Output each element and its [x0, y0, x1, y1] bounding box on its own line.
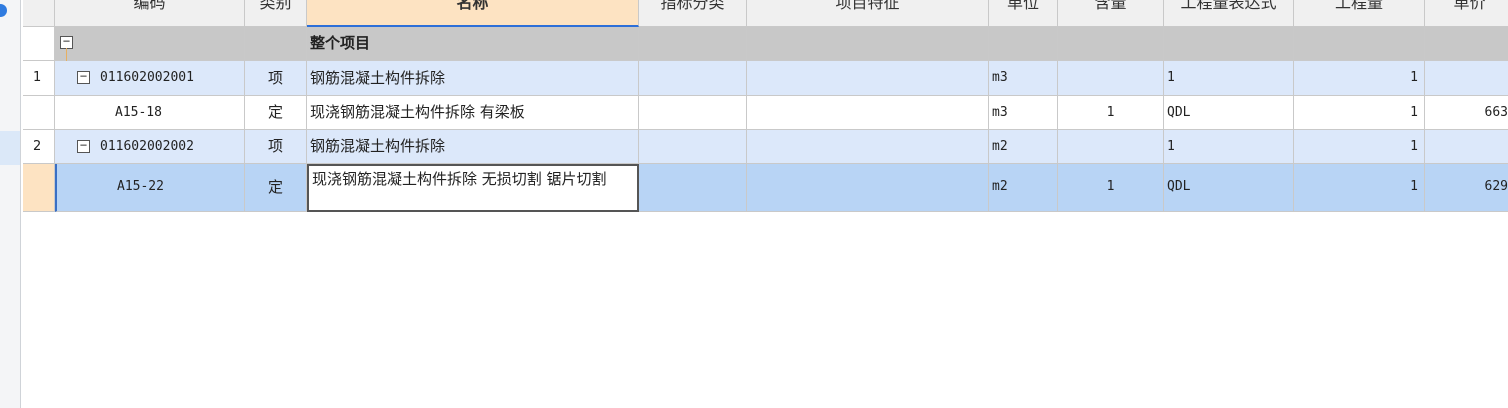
left-panel-highlight: [0, 131, 20, 165]
col-header-type[interactable]: 类别: [245, 0, 307, 27]
type-cell[interactable]: 定: [245, 96, 307, 130]
unit-cell[interactable]: m2: [989, 130, 1058, 164]
row-number: 1: [23, 61, 55, 96]
index-category-cell[interactable]: [639, 61, 747, 96]
code-cell[interactable]: A15-22: [55, 164, 245, 212]
col-header-unit[interactable]: 单位: [989, 0, 1058, 27]
bill-grid: 编码 类别 名称 指标分类 项目特征 单位 含量 工程量表达式 工程量 单价 −…: [23, 0, 1508, 408]
content-cell[interactable]: [1058, 130, 1164, 164]
name-cell[interactable]: 现浇钢筋混凝土构件拆除 有梁板: [307, 96, 639, 130]
row-number: 2: [23, 130, 55, 164]
expression-cell[interactable]: QDL: [1164, 164, 1294, 212]
features-cell[interactable]: [747, 96, 989, 130]
col-header-name[interactable]: 名称: [307, 0, 639, 27]
quantity-cell[interactable]: 1: [1294, 164, 1425, 212]
name-cell-editing[interactable]: 现浇钢筋混凝土构件拆除 无损切割 锯片切割: [307, 164, 639, 212]
col-header-content[interactable]: 含量: [1058, 0, 1164, 27]
content-cell[interactable]: [1058, 61, 1164, 96]
collapse-icon[interactable]: −: [77, 139, 90, 153]
type-cell[interactable]: 项: [245, 130, 307, 164]
root-cell: [1294, 27, 1425, 61]
row-number-cell: [23, 27, 55, 61]
code-cell[interactable]: A15-18: [55, 96, 245, 130]
expression-cell[interactable]: QDL: [1164, 96, 1294, 130]
col-header-content-label: 含量: [1094, 0, 1127, 12]
price-cell[interactable]: [1425, 61, 1508, 96]
quantity-cell[interactable]: 1: [1294, 61, 1425, 96]
root-name-cell[interactable]: 整个项目: [307, 27, 639, 61]
quantity-cell[interactable]: 1: [1294, 96, 1425, 130]
col-header-name-label: 名称: [456, 0, 489, 12]
type-cell[interactable]: 定: [245, 164, 307, 212]
features-cell[interactable]: [747, 164, 989, 212]
unit-cell[interactable]: m2: [989, 164, 1058, 212]
col-header-expression[interactable]: 工程量表达式: [1164, 0, 1294, 27]
col-header-index-category[interactable]: 指标分类: [639, 0, 747, 27]
content-cell[interactable]: 1: [1058, 164, 1164, 212]
root-cell: [989, 27, 1058, 61]
unit-cell[interactable]: m3: [989, 61, 1058, 96]
price-cell[interactable]: 629: [1425, 164, 1508, 212]
root-cell: [639, 27, 747, 61]
root-cell: [1164, 27, 1294, 61]
collapse-icon[interactable]: −: [77, 70, 90, 84]
row-number: [23, 164, 55, 212]
row-number: [23, 96, 55, 130]
quantity-cell[interactable]: 1: [1294, 130, 1425, 164]
type-cell[interactable]: 项: [245, 61, 307, 96]
col-header-price-label: 单价: [1453, 0, 1486, 12]
index-category-cell[interactable]: [639, 96, 747, 130]
col-header-quantity-label: 工程量: [1334, 0, 1383, 12]
name-cell[interactable]: 钢筋混凝土构件拆除: [307, 61, 639, 96]
features-cell[interactable]: [747, 130, 989, 164]
col-header-code[interactable]: 编码: [55, 0, 245, 27]
root-cell: [747, 27, 989, 61]
price-cell[interactable]: 663: [1425, 96, 1508, 130]
unit-cell[interactable]: m3: [989, 96, 1058, 130]
expression-cell[interactable]: 1: [1164, 61, 1294, 96]
col-header-features[interactable]: 项目特征: [747, 0, 989, 27]
index-category-cell[interactable]: [639, 164, 747, 212]
root-cell: [1425, 27, 1508, 61]
root-code-cell: −: [55, 27, 245, 61]
col-header-type-label: 类别: [259, 0, 292, 12]
col-header-code-label: 编码: [133, 0, 166, 12]
header-corner: [23, 0, 55, 27]
col-header-unit-label: 单位: [1006, 0, 1039, 12]
col-header-features-label: 项目特征: [835, 0, 900, 12]
name-cell[interactable]: 钢筋混凝土构件拆除: [307, 130, 639, 164]
left-panel-strip: [0, 0, 21, 408]
root-cell: [1058, 27, 1164, 61]
col-header-quantity[interactable]: 工程量: [1294, 0, 1425, 27]
info-icon[interactable]: [0, 4, 7, 17]
expression-cell[interactable]: 1: [1164, 130, 1294, 164]
col-header-expression-label: 工程量表达式: [1180, 0, 1277, 12]
root-type-cell: [245, 27, 307, 61]
features-cell[interactable]: [747, 61, 989, 96]
price-cell[interactable]: [1425, 130, 1508, 164]
col-header-price[interactable]: 单价: [1425, 0, 1508, 27]
content-cell[interactable]: 1: [1058, 96, 1164, 130]
index-category-cell[interactable]: [639, 130, 747, 164]
col-header-index-category-label: 指标分类: [660, 0, 725, 12]
